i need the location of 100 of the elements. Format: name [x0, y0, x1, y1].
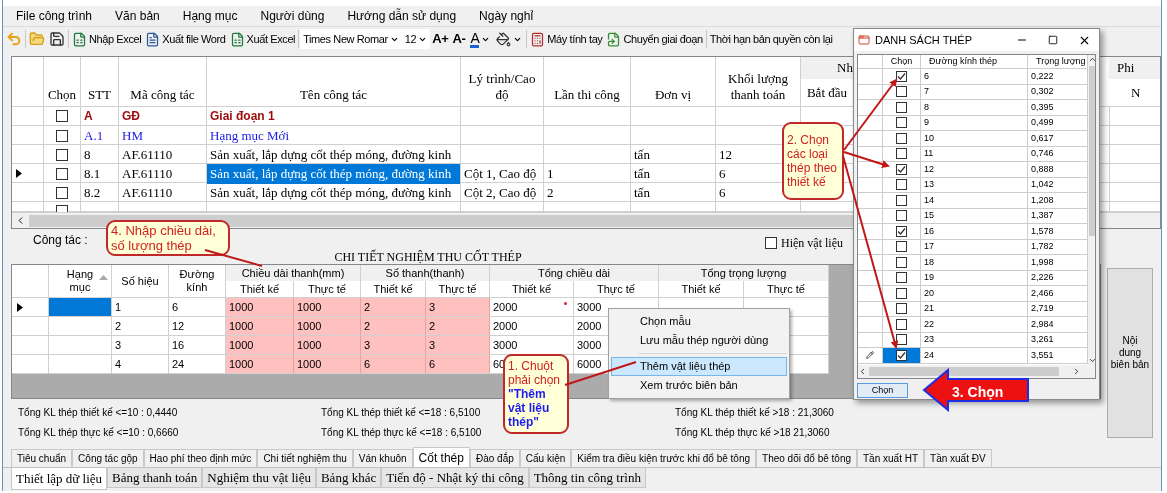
table-cell-text: 3: [364, 337, 371, 353]
checkbox[interactable]: [765, 237, 777, 249]
checkbox[interactable]: [896, 318, 907, 330]
scroll-left-icon[interactable]: [858, 367, 867, 376]
checkbox[interactable]: [896, 132, 907, 144]
table-cell: 1,998: [1031, 255, 1054, 269]
scroll-right-icon[interactable]: [1072, 367, 1081, 376]
checkbox[interactable]: [56, 205, 68, 212]
table-cell-text: 0,499: [1031, 116, 1054, 129]
checkbox[interactable]: [896, 163, 907, 175]
tab[interactable]: Nghiệm thu vật liệu: [202, 468, 316, 488]
tab[interactable]: Công tác gộp: [72, 449, 144, 467]
tab[interactable]: Bảng thanh toán: [107, 468, 203, 488]
toolbar-button[interactable]: Thời hạn bản quyền còn lại: [707, 28, 835, 50]
toolbar-button[interactable]: Nhập Excel: [70, 28, 144, 50]
tab[interactable]: Tiêu chuẩn: [11, 449, 73, 467]
table-cell: Cột 1, Cao độ: [461, 164, 544, 184]
checkbox[interactable]: [896, 334, 907, 346]
checkbox[interactable]: [896, 101, 907, 113]
menu-item[interactable]: Văn bản: [115, 7, 160, 25]
scroll-up-icon[interactable]: [1088, 55, 1095, 64]
table-cell[interactable]: [49, 298, 112, 316]
table-cell[interactable]: Sản xuất, lắp dựng cốt thép móng, đường kinh: [207, 183, 461, 203]
toolbar-button[interactable]: Máy tính tay: [528, 28, 605, 50]
menu-item[interactable]: File công trình: [16, 7, 93, 25]
column-header[interactable]: Chọn: [890, 55, 913, 69]
document-icon: [145, 31, 161, 47]
toolbar-button[interactable]: Xuất file Word: [143, 28, 228, 50]
checkbox[interactable]: [56, 167, 68, 180]
tab[interactable]: Thông tin công trình: [528, 468, 646, 488]
tab[interactable]: Chi tiết nghiệm thu: [257, 449, 353, 467]
checkbox[interactable]: [896, 272, 907, 284]
checkbox[interactable]: [896, 256, 907, 268]
checkbox[interactable]: [896, 86, 907, 98]
tab[interactable]: Tiến độ - Nhật ký thi công: [381, 468, 529, 488]
checkbox[interactable]: [896, 179, 907, 191]
column-header[interactable]: Trọng lượng: [1036, 55, 1086, 69]
scrollbar-thumb[interactable]: [869, 367, 1059, 376]
menu-item[interactable]: Hạng mục: [182, 7, 238, 25]
choose-button[interactable]: Chọn: [857, 383, 908, 398]
tab[interactable]: Theo dõi đổ bê tông: [756, 449, 857, 467]
checkbox[interactable]: [56, 129, 68, 142]
menu-item[interactable]: Chọn mẫu: [611, 312, 787, 331]
tab[interactable]: Bảng khác: [315, 468, 382, 488]
checkbox[interactable]: [896, 241, 907, 253]
format-button[interactable]: A-: [450, 28, 468, 50]
menu-item[interactable]: Xem trước biên bản: [611, 376, 787, 395]
tab[interactable]: Tần xuất HT: [857, 449, 925, 467]
checkbox[interactable]: [56, 186, 68, 199]
tab[interactable]: Kiểm tra điều kiện trước khi đổ bê tông: [571, 449, 757, 467]
table-cell: 0,222: [1031, 69, 1054, 83]
maximize-icon[interactable]: [1048, 35, 1058, 45]
table-cell-text: 2000: [493, 299, 518, 315]
font-color-button[interactable]: A: [467, 28, 494, 50]
menu-item[interactable]: Hướng dẫn sử dụng: [347, 7, 457, 25]
vertical-scrollbar[interactable]: [1088, 55, 1095, 365]
dropdown-field[interactable]: Times New Romar: [300, 29, 402, 49]
pencil-icon: [866, 351, 874, 360]
table-cell[interactable]: Hạng mục Mới: [207, 126, 461, 146]
dropdown-field[interactable]: 12: [401, 29, 431, 49]
checkbox[interactable]: [896, 225, 907, 237]
menu-item[interactable]: Thêm vật liệu thép: [611, 357, 787, 376]
checkbox[interactable]: [56, 148, 68, 161]
checkbox[interactable]: [896, 303, 907, 315]
tab[interactable]: Thiết lập dữ liệu: [11, 468, 108, 490]
tab[interactable]: Tần xuất ĐV: [924, 449, 992, 467]
checkbox[interactable]: [896, 349, 907, 361]
scrollbar-thumb[interactable]: [1088, 66, 1095, 236]
tab[interactable]: Hao phí theo định mức: [143, 449, 258, 467]
column-header[interactable]: Số hiệu: [115, 274, 165, 288]
table-cell-text: 3: [429, 299, 436, 315]
checkbox[interactable]: [896, 148, 907, 160]
column-header: Lần thi công: [554, 87, 620, 103]
checkbox[interactable]: [896, 210, 907, 222]
table-cell-text: 1000: [297, 356, 322, 372]
menu-item[interactable]: Người dùng: [260, 7, 325, 25]
checkbox[interactable]: [896, 287, 907, 299]
format-button[interactable]: A+: [430, 28, 451, 50]
menu-item[interactable]: Lưu mẫu thép người dùng: [611, 331, 787, 350]
table-cell: Cột 2, Cao độ: [461, 183, 544, 203]
tab[interactable]: Cốt thép: [412, 447, 470, 467]
side-button[interactable]: Nội dung biên bản: [1107, 268, 1153, 438]
column-header[interactable]: Đường kính thép: [929, 55, 997, 69]
tab[interactable]: Ván khuôn: [352, 449, 413, 467]
table-cell[interactable]: Sản xuất, lắp dựng cốt thép móng, đường kinh: [207, 164, 461, 184]
checkbox[interactable]: [896, 194, 907, 206]
toolbar-button[interactable]: Xuất Excel: [227, 28, 298, 50]
tab[interactable]: Đào đắp: [469, 449, 520, 467]
tab[interactable]: Cấu kiện: [519, 449, 572, 467]
column-header[interactable]: Hạng mục: [55, 268, 105, 294]
scroll-down-icon[interactable]: [1088, 356, 1095, 365]
table-cell-text: 1000: [297, 337, 322, 353]
toolbar-button[interactable]: Chuyển giai đoạn: [604, 28, 705, 50]
table-cell[interactable]: Giai đoạn 1: [207, 107, 461, 125]
menu-item[interactable]: Ngày nghỉ: [479, 7, 534, 25]
checkbox[interactable]: [896, 70, 907, 82]
column-header[interactable]: Đường kính: [172, 268, 222, 294]
checkbox[interactable]: [896, 117, 907, 129]
horizontal-scrollbar[interactable]: [858, 365, 1095, 378]
checkbox[interactable]: [56, 110, 68, 122]
